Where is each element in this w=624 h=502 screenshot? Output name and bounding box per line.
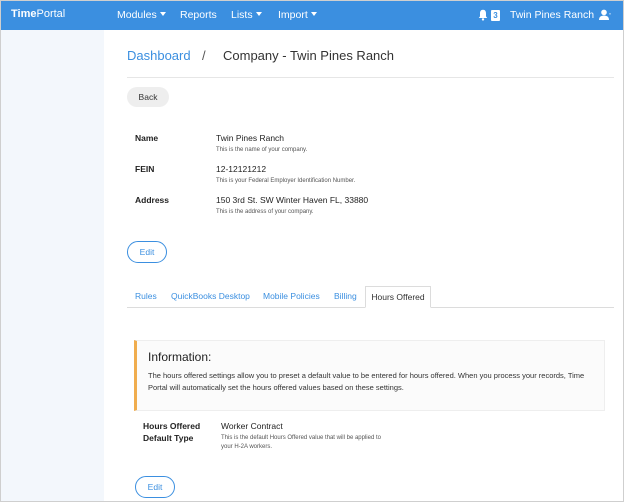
fein-hint: This is your Federal Employer Identifica…	[216, 178, 356, 184]
current-company-name[interactable]: Twin Pines Ranch	[510, 9, 594, 21]
brand-logo[interactable]: TimePortal	[11, 8, 65, 20]
address-label: Address	[135, 195, 170, 205]
edit-hours-offered-button[interactable]: Edit	[135, 476, 175, 498]
address-value: 150 3rd St. SW Winter Haven FL, 33880	[216, 195, 369, 205]
fein-value: 12-12121212	[216, 164, 267, 174]
nav-lists[interactable]: Lists	[231, 9, 262, 21]
tab-hours-offered[interactable]: Hours Offered	[365, 286, 431, 308]
breadcrumb-dashboard-link[interactable]: Dashboard	[127, 48, 191, 63]
tab-mobile-policies[interactable]: Mobile Policies	[263, 291, 320, 301]
nav-reports-label: Reports	[180, 9, 217, 21]
nav-import[interactable]: Import	[278, 9, 317, 21]
brand-light: Portal	[36, 8, 66, 20]
address-hint: This is the address of your company.	[216, 209, 314, 215]
information-body: The hours offered settings allow you to …	[148, 371, 585, 392]
tab-quickbooks-desktop[interactable]: QuickBooks Desktop	[171, 291, 250, 301]
nav-modules-label: Modules	[117, 9, 157, 21]
information-alert: Information: The hours offered settings …	[134, 340, 605, 411]
hours-offered-hint-line1: This is the default Hours Offered value …	[221, 435, 381, 441]
chevron-down-icon	[310, 12, 317, 16]
name-hint: This is the name of your company.	[216, 147, 308, 153]
brand-bold: Time	[11, 8, 37, 20]
information-title: Information:	[148, 350, 212, 364]
tab-billing[interactable]: Billing	[334, 291, 357, 301]
name-label: Name	[135, 133, 159, 143]
breadcrumb-separator: /	[202, 48, 206, 63]
chevron-down-icon	[159, 12, 166, 16]
header-divider	[127, 77, 614, 78]
nav-modules[interactable]: Modules	[117, 9, 166, 21]
hours-offered-label: Hours Offered	[143, 421, 201, 431]
chevron-down-icon	[255, 12, 262, 16]
page-title: Company - Twin Pines Ranch	[223, 48, 395, 63]
back-button[interactable]: Back	[127, 87, 169, 107]
tab-rules[interactable]: Rules	[135, 291, 157, 301]
default-type-label: Default Type	[143, 433, 194, 443]
user-icon[interactable]	[599, 9, 611, 21]
nav-lists-label: Lists	[231, 9, 253, 21]
edit-company-button[interactable]: Edit	[127, 241, 167, 263]
notification-count-badge[interactable]: 3	[491, 10, 500, 21]
top-navbar: TimePortal Modules Reports Lists Import …	[1, 1, 623, 30]
hours-offered-value: Worker Contract	[221, 421, 283, 431]
name-value: Twin Pines Ranch	[216, 133, 285, 143]
nav-reports[interactable]: Reports	[180, 9, 217, 21]
fein-label: FEIN	[135, 164, 155, 174]
left-sidebar	[1, 30, 104, 501]
bell-icon[interactable]	[478, 9, 488, 21]
hours-offered-hint-line2: your H-2A workers.	[221, 444, 273, 450]
nav-import-label: Import	[278, 9, 308, 21]
app-window: TimePortal Modules Reports Lists Import …	[0, 0, 624, 502]
